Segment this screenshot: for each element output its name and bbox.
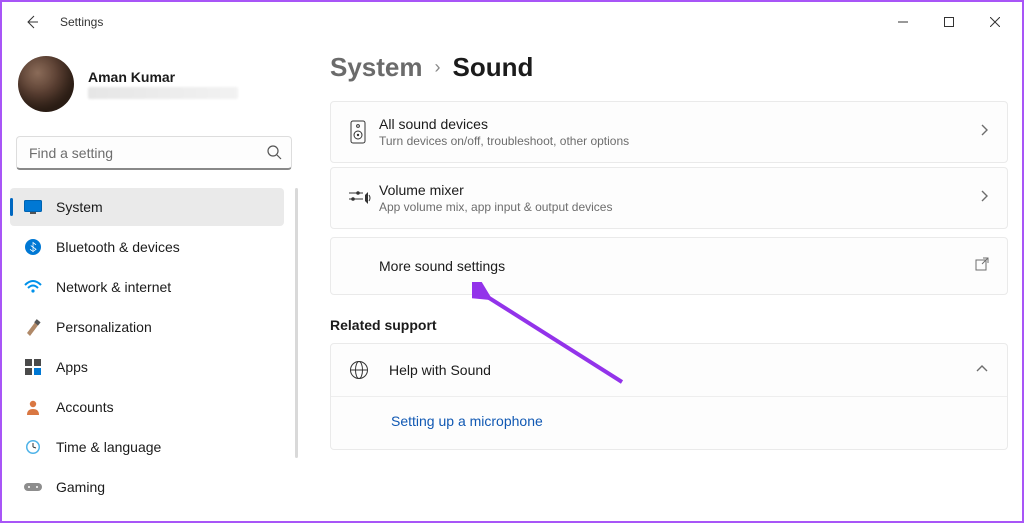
window-title: Settings [60, 15, 103, 29]
sidebar-item-network[interactable]: Network & internet [10, 268, 284, 306]
user-email-redacted [88, 87, 238, 99]
maximize-icon [944, 17, 954, 27]
help-title: Help with Sound [389, 362, 975, 378]
sidebar-item-gaming[interactable]: Gaming [10, 468, 284, 506]
chevron-right-icon [979, 189, 989, 208]
card-all-sound-devices[interactable]: All sound devices Turn devices on/off, t… [330, 101, 1008, 163]
search-icon [266, 144, 282, 165]
card-help-with-sound: Help with Sound Setting up a microphone [330, 343, 1008, 450]
help-link-setup-microphone[interactable]: Setting up a microphone [391, 413, 543, 429]
chevron-right-icon [979, 123, 989, 142]
card-title: Volume mixer [379, 182, 979, 198]
monitor-icon [24, 198, 42, 216]
sidebar-item-label: Bluetooth & devices [56, 239, 180, 255]
sidebar-item-bluetooth[interactable]: Bluetooth & devices [10, 228, 284, 266]
page-title: Sound [453, 52, 534, 83]
card-title: More sound settings [379, 258, 975, 274]
help-link-row: Setting up a microphone [331, 396, 1007, 449]
section-label-related: Related support [330, 317, 1008, 333]
clock-icon [24, 438, 42, 456]
sidebar-item-label: Personalization [56, 319, 152, 335]
sidebar-item-time-language[interactable]: Time & language [10, 428, 284, 466]
card-subtitle: App volume mix, app input & output devic… [379, 200, 979, 214]
sidebar-item-apps[interactable]: Apps [10, 348, 284, 386]
brush-icon [24, 318, 42, 336]
sidebar-item-system[interactable]: System [10, 188, 284, 226]
sidebar-item-label: System [56, 199, 103, 215]
sidebar-item-label: Gaming [56, 479, 105, 495]
help-header[interactable]: Help with Sound [331, 344, 1007, 396]
sidebar-item-label: Time & language [56, 439, 161, 455]
wifi-icon [24, 278, 42, 296]
person-icon [24, 398, 42, 416]
search-input[interactable] [16, 136, 292, 170]
bluetooth-icon [24, 238, 42, 256]
card-more-sound-settings[interactable]: More sound settings [330, 237, 1008, 295]
sidebar-scrollbar[interactable] [295, 188, 298, 458]
minimize-button[interactable] [880, 7, 926, 37]
chevron-up-icon [975, 361, 989, 379]
speaker-icon [349, 120, 379, 144]
card-title: All sound devices [379, 116, 979, 132]
sidebar-item-label: Accounts [56, 399, 114, 415]
avatar [18, 56, 74, 112]
globe-icon [349, 360, 389, 380]
breadcrumb: System › Sound [330, 52, 1008, 83]
minimize-icon [898, 17, 908, 27]
user-profile[interactable]: Aman Kumar [10, 50, 302, 122]
titlebar: Settings [2, 2, 1022, 42]
sidebar: Aman Kumar System Bluetooth & devices Ne [2, 42, 302, 521]
external-link-icon [975, 257, 989, 276]
card-volume-mixer[interactable]: Volume mixer App volume mix, app input &… [330, 167, 1008, 229]
sidebar-item-accounts[interactable]: Accounts [10, 388, 284, 426]
breadcrumb-parent[interactable]: System [330, 52, 423, 83]
sidebar-nav: System Bluetooth & devices Network & int… [10, 188, 302, 506]
mixer-icon [349, 189, 379, 207]
sidebar-item-label: Network & internet [56, 279, 171, 295]
back-button[interactable] [20, 10, 44, 34]
arrow-left-icon [24, 14, 40, 30]
user-name: Aman Kumar [88, 69, 238, 85]
close-icon [990, 17, 1000, 27]
sidebar-item-personalization[interactable]: Personalization [10, 308, 284, 346]
gamepad-icon [24, 478, 42, 496]
maximize-button[interactable] [926, 7, 972, 37]
sidebar-item-label: Apps [56, 359, 88, 375]
card-subtitle: Turn devices on/off, troubleshoot, other… [379, 134, 979, 148]
search-box [16, 136, 292, 170]
apps-icon [24, 358, 42, 376]
chevron-right-icon: › [435, 57, 441, 78]
close-button[interactable] [972, 7, 1018, 37]
main-content: System › Sound All sound devices Turn de… [302, 42, 1022, 521]
